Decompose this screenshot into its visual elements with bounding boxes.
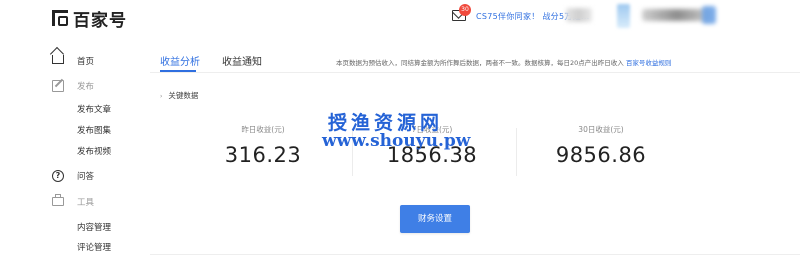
home-icon: [52, 55, 64, 64]
logo-text: 百家号: [73, 10, 127, 31]
sidebar-item-publish-article[interactable]: 发布文章: [77, 103, 111, 115]
sidebar-item-publish-video[interactable]: 发布视频: [77, 145, 111, 157]
sidebar: 首页 发布 发布文章 发布图集 发布视频 ? 问答 工具 内容管理 评论管理: [0, 36, 140, 260]
blurred-icon: [702, 6, 716, 24]
watermark-url: www.shouyu.pw: [322, 131, 471, 151]
sidebar-item-label: 工具: [77, 198, 95, 208]
finance-settings-button[interactable]: 财务设置: [400, 205, 470, 233]
top-header: 百家号 30 CS75伴你同家！ 战分5万红...: [0, 0, 800, 36]
notice-text: 本页数据为预估收入，同结算金额为所作舞后数据，两者不一致。数据核算，每日20点产…: [336, 59, 624, 67]
blurred-image: [566, 8, 592, 22]
sidebar-item-label: 首页: [77, 57, 95, 67]
logo-mark-icon: [52, 9, 70, 27]
toolbox-icon: [52, 194, 64, 206]
tab-revenue-analysis[interactable]: 收益分析: [160, 53, 200, 68]
sidebar-item-comment-manage[interactable]: 评论管理: [77, 241, 111, 253]
revenue-rules-link[interactable]: 百家号收益规则: [626, 59, 672, 67]
section-label-text: 关键数据: [168, 91, 199, 100]
user-avatar[interactable]: [617, 4, 630, 28]
sidebar-item-content-manage[interactable]: 内容管理: [77, 221, 111, 233]
key-data-heading[interactable]: › 关键数据: [160, 90, 198, 101]
bottom-divider: [150, 254, 800, 255]
revenue-notice-text: 本页数据为预估收入，同结算金额为所作舞后数据，两者不一致。数据核算，每日20点产…: [336, 57, 671, 67]
notification-badge: 30: [459, 4, 471, 16]
sidebar-item-label: 发布: [77, 82, 95, 92]
chevron-right-icon: ›: [160, 93, 163, 100]
stat-label: 30日收益(元): [578, 125, 624, 134]
stat-30-day: 30日收益(元) 9856.86: [516, 124, 686, 167]
question-icon: ?: [52, 170, 64, 182]
baijiahao-logo[interactable]: 百家号: [52, 7, 127, 31]
tab-divider: [150, 72, 800, 73]
edit-icon: [52, 80, 64, 92]
sidebar-item-label: 问答: [77, 172, 95, 182]
stat-value: 9856.86: [555, 143, 647, 167]
tab-revenue-notice[interactable]: 收益通知: [222, 53, 262, 68]
sidebar-item-publish-gallery[interactable]: 发布图集: [77, 124, 111, 136]
